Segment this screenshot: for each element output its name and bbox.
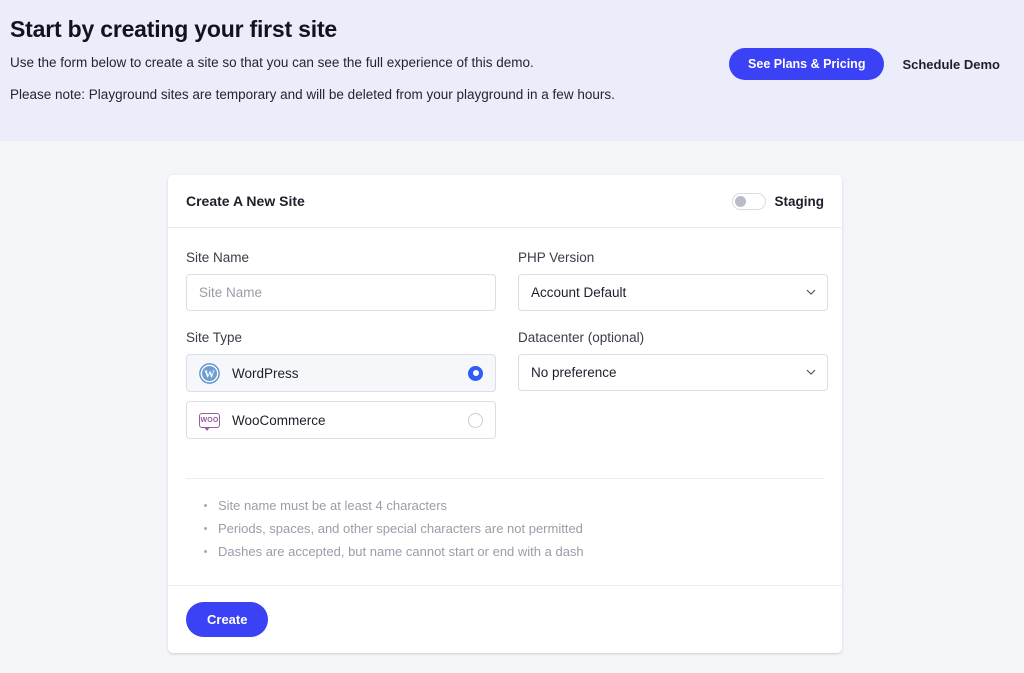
wordpress-icon: W (199, 362, 220, 384)
site-type-label: Site Type (186, 330, 243, 345)
datacenter-select-wrap: No preference (518, 354, 828, 391)
php-version-label: PHP Version (518, 250, 595, 265)
page-content: Create A New Site Staging Site Name Site (0, 141, 1024, 654)
site-type-option-woocommerce[interactable]: WOO WooCommerce (186, 401, 496, 439)
php-version-select-wrap: Account Default (518, 274, 828, 311)
radio-wordpress[interactable] (468, 365, 483, 381)
toggle-knob (734, 195, 746, 207)
site-type-option-label: WordPress (232, 365, 299, 381)
promo-banner: Start by creating your first site Use th… (0, 0, 1024, 141)
datacenter-select[interactable]: No preference (518, 354, 828, 391)
form-grid: Site Name Site Type W (186, 250, 828, 458)
banner-note: Please note: Playground sites are tempor… (10, 86, 615, 102)
radio-woocommerce[interactable] (468, 412, 483, 428)
site-type-option-wordpress[interactable]: W WordPress (186, 354, 496, 392)
card-body: Site Name Site Type W (168, 228, 842, 585)
staging-toggle-group: Staging (731, 192, 825, 210)
card-title: Create A New Site (186, 193, 305, 209)
page-title: Start by creating your first site (10, 16, 337, 42)
form-column-left: Site Name Site Type W (186, 250, 496, 458)
schedule-demo-link[interactable]: Schedule Demo (902, 57, 1000, 72)
staging-label: Staging (774, 193, 825, 209)
site-name-field: Site Name (186, 250, 496, 311)
site-name-hints: Site name must be at least 4 characters … (186, 479, 824, 585)
hint-item: Site name must be at least 4 characters (204, 495, 824, 518)
card-footer: Create (168, 585, 842, 653)
create-button[interactable]: Create (186, 602, 269, 638)
create-site-card: Create A New Site Staging Site Name Site (168, 175, 842, 654)
banner-actions: See Plans & Pricing Schedule Demo (729, 48, 1000, 80)
php-version-field: PHP Version Account Default (518, 250, 828, 311)
svg-text:W: W (204, 369, 215, 380)
site-name-input[interactable] (186, 274, 496, 311)
hint-item: Periods, spaces, and other special chara… (204, 518, 824, 541)
hint-item: Dashes are accepted, but name cannot sta… (204, 541, 824, 564)
php-version-select[interactable]: Account Default (518, 274, 828, 311)
site-type-field: Site Type W WordPress WOO WooCommerce (186, 330, 496, 439)
see-plans-pricing-button[interactable]: See Plans & Pricing (729, 48, 885, 80)
woocommerce-icon: WOO (199, 410, 220, 431)
staging-toggle[interactable] (731, 192, 766, 210)
datacenter-field: Datacenter (optional) No preference (518, 330, 828, 391)
datacenter-label: Datacenter (optional) (518, 330, 645, 345)
card-header: Create A New Site Staging (168, 175, 842, 228)
site-type-option-label: WooCommerce (232, 412, 326, 428)
form-column-right: PHP Version Account Default Datacenter (… (518, 250, 828, 458)
site-name-label: Site Name (186, 250, 250, 265)
